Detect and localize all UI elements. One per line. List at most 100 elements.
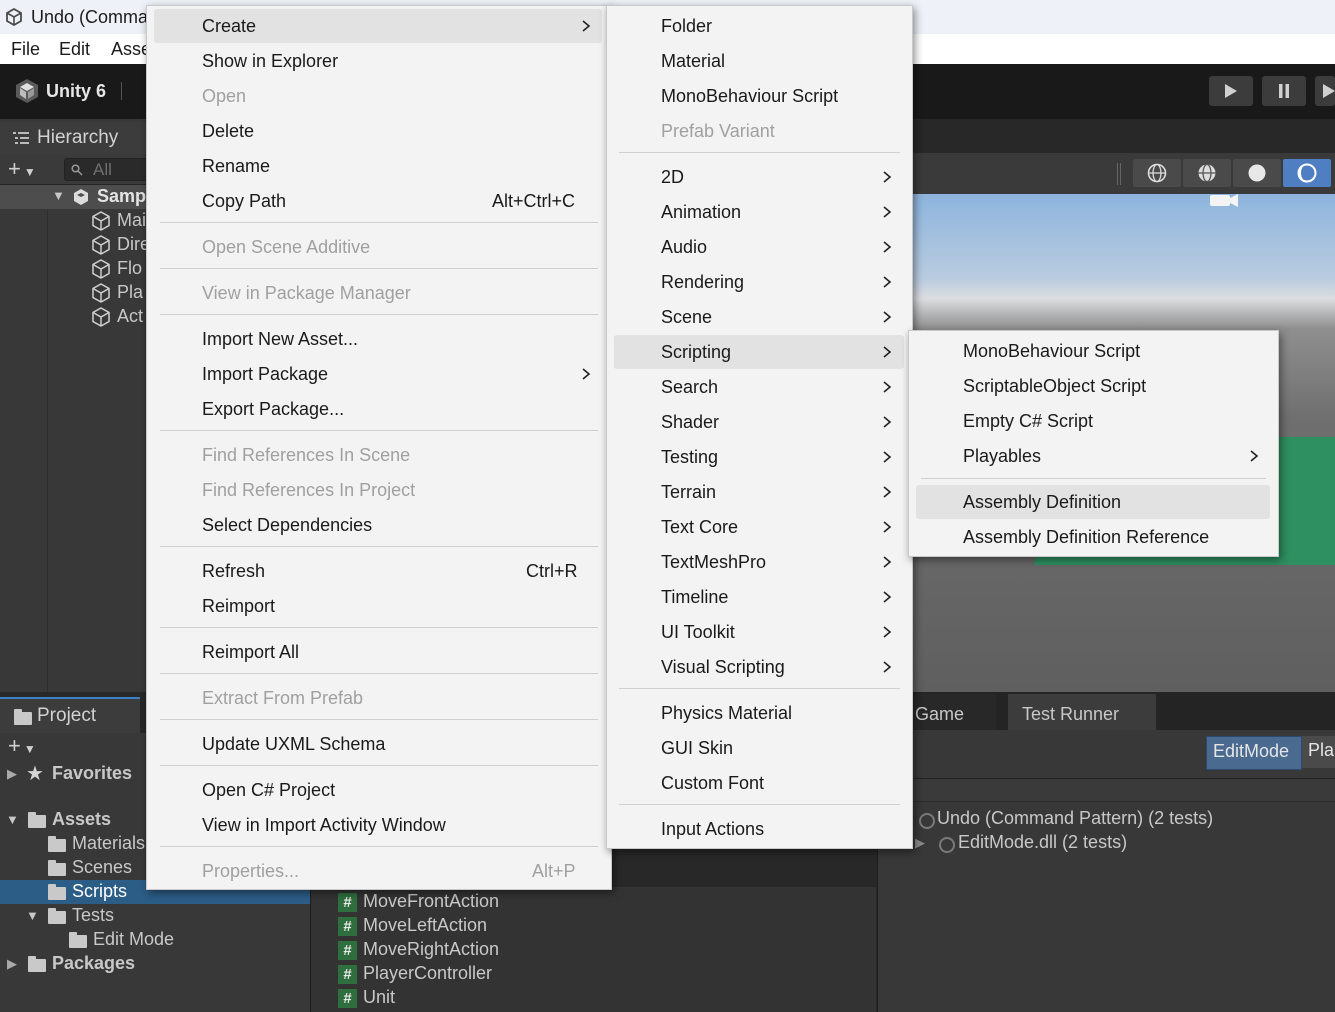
hierarchy-scene-row[interactable]: ▼ Samp [0,185,146,209]
shaded-wireframe-button[interactable] [1183,159,1231,187]
menu-item-reimport-all[interactable]: Reimport All [154,635,602,669]
menu-item-2d[interactable]: 2D [614,160,904,194]
menu-item-text-core[interactable]: Text Core [614,510,904,544]
shaded-button[interactable] [1233,159,1281,187]
menu-item-select-dependencies[interactable]: Select Dependencies [154,508,602,542]
packages-row[interactable]: ▶ Packages [0,952,310,976]
menu-item-rename[interactable]: Rename [154,149,602,183]
menu-item-label: Custom Font [661,773,765,793]
menu-item-testing[interactable]: Testing [614,440,904,474]
menu-item-monobehaviour-script[interactable]: MonoBehaviour Script [614,79,904,113]
hierarchy-search-input[interactable]: All [64,158,156,181]
menu-item-scripting[interactable]: Scripting [614,335,904,369]
playmode-toggle[interactable]: Pla [1302,736,1335,768]
menu-item-search[interactable]: Search [614,370,904,404]
tab-game[interactable]: Game [912,694,996,730]
menu-item-label: Open [202,86,247,106]
folder-row[interactable]: Edit Mode [0,928,310,952]
menu-item-update-uxml-schema[interactable]: Update UXML Schema [154,727,602,761]
menu-item-label: Playables [963,446,1042,466]
wireframe-shading-button[interactable] [1133,159,1181,187]
hierarchy-item[interactable]: Dire [0,233,150,257]
menu-item-material[interactable]: Material [614,44,904,78]
menu-item-folder[interactable]: Folder [614,9,904,43]
menu-item-label: Delete [202,121,255,141]
menu-item-ui-toolkit[interactable]: UI Toolkit [614,615,904,649]
menu-item-monobehaviour-script[interactable]: MonoBehaviour Script [916,334,1270,368]
tab-hierarchy[interactable]: Hierarchy [0,122,146,154]
menu-item-label: Find References In Scene [202,445,411,465]
menu-shortcut: Alt+P [532,861,576,881]
expand-triangle-icon[interactable]: ▼ [26,908,39,923]
menu-item-audio[interactable]: Audio [614,230,904,264]
menu-file[interactable]: File [11,39,40,60]
editmode-toggle[interactable]: EditMode [1206,736,1302,770]
menu-item-custom-font[interactable]: Custom Font [614,766,904,800]
submenu-chevron-icon [883,416,892,428]
menu-item-show-in-explorer[interactable]: Show in Explorer [154,44,602,78]
tab-test-runner[interactable]: Test Runner [1008,694,1156,730]
menu-item-playables[interactable]: Playables [916,439,1270,473]
menu-item-import-new-asset[interactable]: Import New Asset... [154,322,602,356]
menu-item-reimport[interactable]: Reimport [154,589,602,623]
account-brand-label[interactable]: Unity 6 [46,81,106,102]
project-add-button[interactable]: + ▼ [8,733,36,759]
menu-item-terrain[interactable]: Terrain [614,475,904,509]
folder-icon [69,932,87,948]
menu-edit[interactable]: Edit [59,39,90,60]
gameobject-cube-icon [92,211,110,231]
hierarchy-item[interactable]: Mai [0,209,146,233]
collapse-triangle-icon[interactable]: ▶ [7,766,17,782]
menu-item-rendering[interactable]: Rendering [614,265,904,299]
star-icon: ★ [26,763,44,785]
menu-item-refresh[interactable]: Refresh Ctrl+R [154,554,602,588]
menu-item-label: Input Actions [661,819,765,839]
menu-item-shader[interactable]: Shader [614,405,904,439]
folder-label: Scenes [72,857,133,877]
submenu-chevron-icon [883,171,892,183]
expand-triangle-icon[interactable]: ▼ [52,188,65,203]
menu-item-textmeshpro[interactable]: TextMeshPro [614,545,904,579]
expand-triangle-icon[interactable]: ▼ [6,812,19,827]
collapse-triangle-icon[interactable]: ▶ [915,835,925,851]
menu-item-export-package[interactable]: Export Package... [154,392,602,426]
menu-item-assembly-definition-reference[interactable]: Assembly Definition Reference [916,520,1270,554]
folder-label: Edit Mode [93,929,175,949]
folder-row[interactable]: ▼ Tests [0,904,310,928]
menu-item-physics-material[interactable]: Physics Material [614,696,904,730]
add-dropdown-button[interactable]: + ▼ [8,156,36,182]
collapse-triangle-icon[interactable]: ▶ [7,956,17,972]
unlit-button[interactable] [1283,159,1331,187]
menu-item-view-import-activity[interactable]: View in Import Activity Window [154,808,602,842]
menu-item-copy-path[interactable]: Copy Path Alt+Ctrl+C [154,184,602,218]
play-button[interactable] [1209,76,1253,106]
menu-item-assembly-definition[interactable]: Assembly Definition [916,485,1270,519]
test-tree-row[interactable]: Undo (Command Pattern) (2 tests) [912,807,1335,831]
menu-item-empty-csharp-script[interactable]: Empty C# Script [916,404,1270,438]
menu-item-import-package[interactable]: Import Package [154,357,602,391]
tab-project[interactable]: Project [0,697,140,735]
menu-item-delete[interactable]: Delete [154,114,602,148]
menu-item-gui-skin[interactable]: GUI Skin [614,731,904,765]
menu-item-create[interactable]: Create [154,9,602,43]
menu-item-scene[interactable]: Scene [614,300,904,334]
hierarchy-item[interactable]: Pla [0,281,146,305]
menu-item-open-csharp-project[interactable]: Open C# Project [154,773,602,807]
menu-item-label: Create [202,16,257,36]
test-tree-row[interactable]: ▶ EditMode.dll (2 tests) [912,831,1335,855]
pause-button[interactable] [1262,76,1306,106]
submenu-chevron-icon [883,556,892,568]
menu-item-visual-scripting[interactable]: Visual Scripting [614,650,904,684]
gameobject-cube-icon [92,283,110,303]
unity-cube-icon[interactable] [14,78,40,104]
step-button[interactable] [1315,76,1335,106]
menu-item-timeline[interactable]: Timeline [614,580,904,614]
menu-item-scriptableobject-script[interactable]: ScriptableObject Script [916,369,1270,403]
menu-item-animation[interactable]: Animation [614,195,904,229]
hierarchy-item[interactable]: Flo [0,257,146,281]
menu-separator [160,222,598,223]
hierarchy-item[interactable]: Act [0,305,146,329]
menu-item-input-actions[interactable]: Input Actions [614,812,904,846]
folder-icon [48,860,66,876]
menu-item-label: Open Scene Additive [202,237,371,257]
